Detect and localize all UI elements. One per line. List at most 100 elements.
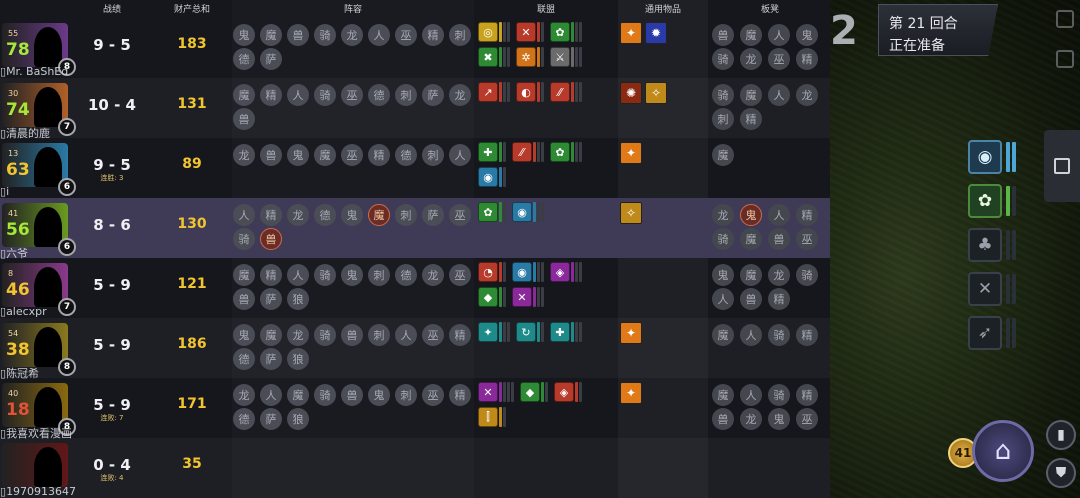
alliance-badge[interactable]: ⫿ (478, 407, 506, 427)
unit-icon[interactable]: 魔 (314, 144, 336, 166)
unit-icon[interactable]: 萨 (260, 348, 282, 370)
unit-icon[interactable]: 刺 (395, 204, 417, 226)
bench-unit-icon[interactable]: 兽 (712, 408, 734, 430)
unit-icon[interactable]: 魔 (260, 324, 282, 346)
bench-unit-icon[interactable]: 巫 (796, 228, 818, 250)
bench-unit-icon[interactable]: 魔 (712, 324, 734, 346)
unit-icon[interactable]: 龙 (287, 204, 309, 226)
player-row[interactable]: 40 18 8 ▯我喜欢看漫画 5 - 9 连败: 7 171 龙人魔骑兽鬼刺巫精德萨狼 … (0, 378, 830, 440)
bench-unit-icon[interactable]: 骑 (712, 84, 734, 106)
bench-unit-icon[interactable]: 龙 (712, 204, 734, 226)
unit-icon[interactable]: 人 (449, 144, 471, 166)
unit-icon[interactable]: 德 (233, 348, 255, 370)
player-row[interactable]: 30 74 7 ▯清晨的鹿 10 - 4 131 魔精人骑巫德刺萨龙兽 ↗ ◐ ⁄⁄ ✺… (0, 78, 830, 140)
player-portrait[interactable] (2, 443, 68, 487)
unit-icon[interactable]: 刺 (422, 144, 444, 166)
alliance-badge[interactable]: ✿ (550, 22, 582, 42)
item-icon[interactable]: ✦ (620, 22, 642, 44)
bench-unit-icon[interactable]: 骑 (768, 324, 790, 346)
unit-icon[interactable]: 兽 (287, 24, 309, 46)
unit-icon[interactable]: 巫 (449, 264, 471, 286)
alliance-badge[interactable]: ✦ (478, 322, 510, 342)
alliance-badge[interactable]: ✿ (550, 142, 582, 162)
alliance-badge[interactable]: ↗ (478, 82, 510, 102)
unit-icon[interactable]: 龙 (233, 384, 255, 406)
unit-icon[interactable]: 精 (449, 384, 471, 406)
alliance-badge[interactable]: ⁄⁄ (512, 142, 544, 162)
unit-icon[interactable]: 巫 (422, 324, 444, 346)
synergy-rail-item[interactable]: ✕ (968, 272, 1016, 306)
unit-icon[interactable]: 骑 (314, 24, 336, 46)
item-icon[interactable]: ✹ (645, 22, 667, 44)
unit-icon[interactable]: 德 (233, 48, 255, 70)
bench-unit-icon[interactable]: 魔 (712, 144, 734, 166)
alliance-badge[interactable]: ✕ (516, 22, 544, 42)
unit-icon[interactable]: 德 (395, 264, 417, 286)
bench-unit-icon[interactable]: 刺 (712, 108, 734, 130)
unit-icon[interactable]: 刺 (368, 264, 390, 286)
bench-unit-icon[interactable]: 鬼 (768, 408, 790, 430)
bench-unit-icon[interactable]: 龙 (768, 264, 790, 286)
bench-unit-icon[interactable]: 兽 (712, 24, 734, 46)
alliance-badge[interactable]: ✿ (478, 202, 506, 222)
unit-icon[interactable]: 刺 (368, 324, 390, 346)
unit-icon[interactable]: 人 (395, 324, 417, 346)
bench-unit-icon[interactable]: 鬼 (740, 204, 762, 226)
unit-icon[interactable]: 巫 (422, 384, 444, 406)
alliance-badge[interactable]: ◎ (478, 22, 510, 42)
item-icon[interactable]: ✺ (620, 82, 642, 104)
bench-unit-icon[interactable]: 骑 (712, 228, 734, 250)
unit-icon[interactable]: 鬼 (233, 324, 255, 346)
unit-icon[interactable]: 兽 (260, 228, 282, 250)
unit-icon[interactable]: 精 (422, 24, 444, 46)
synergy-rail-item[interactable]: ♣ (968, 228, 1016, 262)
synergy-rail-item[interactable]: ➶ (968, 316, 1016, 350)
unit-icon[interactable]: 刺 (395, 384, 417, 406)
bench-unit-icon[interactable]: 鬼 (712, 264, 734, 286)
unit-icon[interactable]: 魔 (233, 84, 255, 106)
item-icon[interactable]: ✦ (620, 322, 642, 344)
unit-icon[interactable]: 人 (368, 24, 390, 46)
synergy-rail-item[interactable]: ◉ (968, 140, 1016, 174)
unit-icon[interactable]: 精 (260, 204, 282, 226)
player-portrait[interactable]: 54 38 (2, 323, 68, 367)
unit-icon[interactable]: 龙 (233, 144, 255, 166)
unit-icon[interactable]: 龙 (422, 264, 444, 286)
bench-unit-icon[interactable]: 魔 (740, 84, 762, 106)
unit-icon[interactable]: 骑 (233, 228, 255, 250)
unit-icon[interactable]: 精 (260, 84, 282, 106)
unit-icon[interactable]: 鬼 (287, 144, 309, 166)
alliance-badge[interactable]: ◆ (478, 287, 506, 307)
unit-icon[interactable]: 德 (368, 84, 390, 106)
unit-icon[interactable]: 龙 (287, 324, 309, 346)
unit-icon[interactable]: 萨 (422, 204, 444, 226)
bench-unit-icon[interactable]: 人 (740, 384, 762, 406)
unit-icon[interactable]: 德 (395, 144, 417, 166)
player-row[interactable]: 55 78 8 ▯Mr. BaShEd 9 - 5 183 鬼魔兽骑龙人巫精刺德萨 ◎ … (0, 18, 830, 78)
bench-unit-icon[interactable]: 骑 (768, 384, 790, 406)
player-portrait[interactable]: 30 74 (2, 83, 68, 127)
scoreboard-tab-button[interactable] (1044, 130, 1080, 202)
bench-unit-icon[interactable]: 精 (796, 204, 818, 226)
bench-unit-icon[interactable]: 巫 (796, 408, 818, 430)
synergy-rail-item[interactable]: ✿ (968, 184, 1016, 218)
unit-icon[interactable]: 魔 (368, 204, 390, 226)
bench-unit-icon[interactable]: 人 (768, 24, 790, 46)
bench-unit-icon[interactable]: 魔 (740, 228, 762, 250)
alliance-badge[interactable]: ⚔ (550, 47, 582, 67)
unit-icon[interactable]: 萨 (260, 408, 282, 430)
unit-icon[interactable]: 兽 (233, 288, 255, 310)
alliance-badge[interactable]: ✲ (516, 47, 544, 67)
unit-icon[interactable]: 刺 (449, 24, 471, 46)
unit-icon[interactable]: 骑 (314, 264, 336, 286)
alliance-badge[interactable]: ◔ (478, 262, 506, 282)
unit-icon[interactable]: 萨 (260, 48, 282, 70)
alliance-badge[interactable]: ◉ (512, 202, 544, 222)
unit-icon[interactable]: 巫 (341, 144, 363, 166)
unit-icon[interactable]: 巫 (341, 84, 363, 106)
stats-button[interactable]: ▮ (1046, 420, 1076, 450)
unit-icon[interactable]: 德 (314, 204, 336, 226)
bench-unit-icon[interactable]: 龙 (740, 408, 762, 430)
player-row[interactable]: 54 38 8 ▯陈冠希 5 - 9 186 鬼魔龙骑兽刺人巫精德萨狼 ✦ ↻ ✚ ✦ 魔… (0, 318, 830, 380)
item-icon[interactable]: ✧ (620, 202, 642, 224)
